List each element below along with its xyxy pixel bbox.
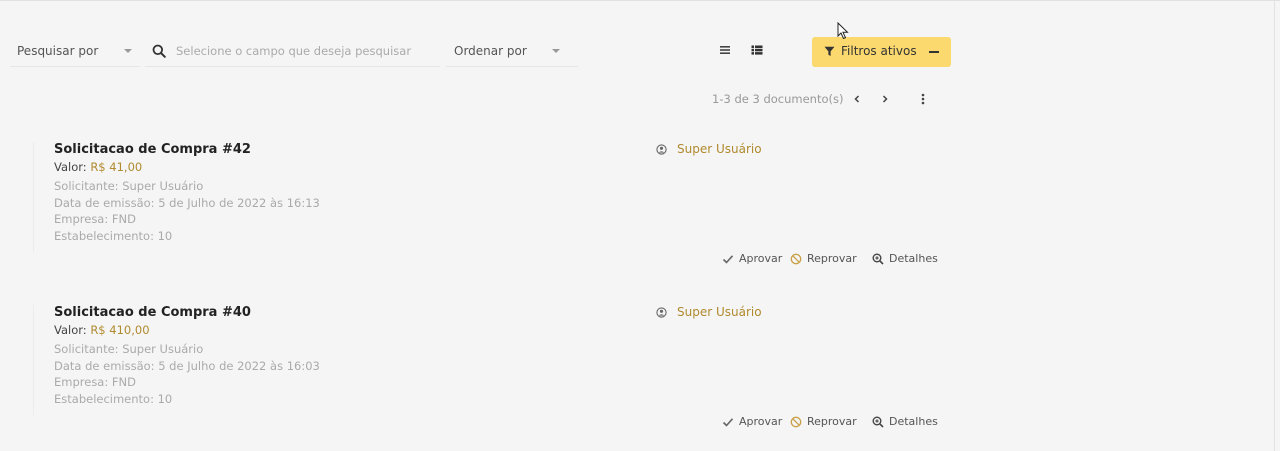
requester: Solicitante: Super Usuário: [54, 179, 204, 193]
approve-label: Aprovar: [739, 252, 783, 265]
document-card: Solicitacao de Compra #40 Valor: R$ 410,…: [0, 305, 1270, 451]
minus-icon[interactable]: [929, 51, 939, 53]
chevron-down-icon[interactable]: [552, 49, 560, 53]
active-filters-label: Filtros ativos: [841, 44, 917, 58]
more-vertical-icon[interactable]: [920, 92, 926, 106]
chevron-right-icon[interactable]: [880, 93, 890, 105]
check-icon: [722, 255, 734, 264]
chevron-left-icon[interactable]: [852, 93, 862, 105]
search-icon: [152, 44, 166, 58]
search-by-select[interactable]: Pesquisar por: [17, 44, 98, 58]
right-border: [1274, 0, 1275, 451]
pagination-summary: 1-3 de 3 documento(s): [712, 92, 844, 106]
user-circle-icon: [656, 307, 667, 318]
card-divider: [33, 142, 34, 252]
block-icon: [790, 253, 802, 265]
filter-icon: [824, 46, 835, 56]
user-name: Super Usuário: [677, 305, 762, 319]
document-title[interactable]: Solicitacao de Compra #40: [54, 305, 251, 320]
active-filters-button[interactable]: Filtros ativos: [812, 37, 951, 67]
value-label: Valor:: [54, 160, 87, 174]
details-label: Detalhes: [889, 415, 938, 428]
user-circle-icon: [656, 144, 667, 155]
reject-label: Reprovar: [807, 415, 857, 428]
list-view-icon[interactable]: [718, 43, 732, 57]
chevron-down-icon[interactable]: [124, 49, 132, 53]
document-card: Solicitacao de Compra #42 Valor: R$ 41,0…: [0, 142, 1270, 292]
approve-label: Aprovar: [739, 415, 783, 428]
company: Empresa: FND: [54, 212, 136, 226]
search-underline: [145, 66, 440, 67]
document-value: Valor: R$ 410,00: [54, 323, 150, 337]
establishment: Estabelecimento: 10: [54, 392, 173, 406]
company: Empresa: FND: [54, 375, 136, 389]
reject-label: Reprovar: [807, 252, 857, 265]
requester: Solicitante: Super Usuário: [54, 342, 204, 356]
establishment: Estabelecimento: 10: [54, 229, 173, 243]
document-title[interactable]: Solicitacao de Compra #42: [54, 142, 251, 157]
top-border: [0, 0, 1280, 1]
document-value: Valor: R$ 41,00: [54, 160, 142, 174]
zoom-in-icon: [872, 253, 884, 265]
order-by-underline: [446, 66, 578, 67]
check-icon: [722, 418, 734, 427]
card-divider: [33, 305, 34, 415]
value-label: Valor:: [54, 323, 87, 337]
search-input[interactable]: [176, 41, 436, 61]
user-name: Super Usuário: [677, 142, 762, 156]
mouse-cursor-icon: [837, 22, 849, 40]
detailed-list-view-icon[interactable]: [750, 43, 764, 57]
toolbar: Pesquisar por Ordenar por Filtros ativos: [0, 37, 1280, 67]
value-amount: R$ 410,00: [90, 323, 150, 337]
issue-date: Data de emissão: 5 de Julho de 2022 às 1…: [54, 196, 320, 210]
issue-date: Data de emissão: 5 de Julho de 2022 às 1…: [54, 359, 320, 373]
details-label: Detalhes: [889, 252, 938, 265]
order-by-select[interactable]: Ordenar por: [454, 44, 527, 58]
zoom-in-icon: [872, 416, 884, 428]
search-by-underline: [10, 66, 140, 67]
block-icon: [790, 416, 802, 428]
value-amount: R$ 41,00: [90, 160, 143, 174]
